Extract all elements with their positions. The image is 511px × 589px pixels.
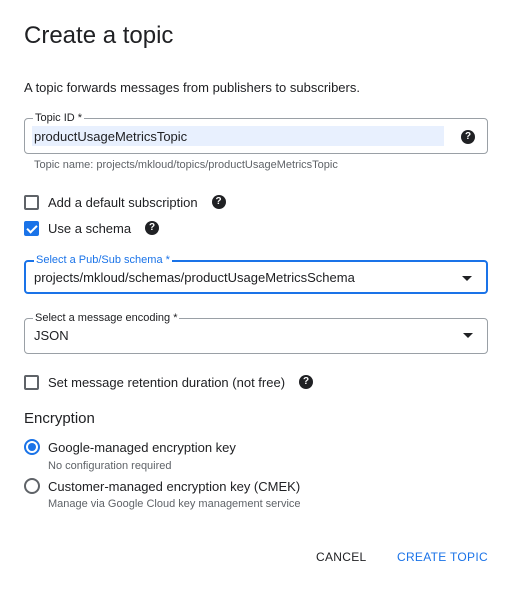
help-icon[interactable]: ? — [145, 221, 160, 235]
help-icon[interactable]: ? — [461, 130, 475, 144]
google-managed-option[interactable]: Google-managed encryption key — [24, 439, 236, 455]
use-schema-checkbox[interactable] — [24, 220, 39, 236]
schema-select-label: Select a Pub/Sub schema * — [34, 253, 172, 267]
customer-managed-radio[interactable] — [24, 478, 40, 494]
google-managed-label: Google-managed encryption key — [48, 439, 236, 455]
encoding-select-value: JSON — [34, 328, 69, 343]
use-schema-option[interactable]: Use a schema ? — [24, 219, 160, 237]
schema-select-value: projects/mkloud/schemas/productUsageMetr… — [34, 270, 355, 285]
topic-id-label: Topic ID * — [33, 111, 85, 125]
google-managed-radio[interactable] — [24, 439, 40, 455]
encryption-heading: Encryption — [24, 410, 95, 427]
dialog-description: A topic forwards messages from publisher… — [24, 80, 360, 95]
dropdown-arrow-icon[interactable] — [462, 276, 472, 281]
use-schema-label: Use a schema — [48, 220, 132, 236]
help-icon[interactable]: ? — [211, 195, 226, 209]
cancel-button[interactable]: CANCEL — [316, 550, 366, 564]
topic-id-input[interactable] — [32, 126, 444, 146]
encoding-select-label: Select a message encoding * — [33, 311, 180, 325]
customer-managed-sublabel: Manage via Google Cloud key management s… — [48, 498, 301, 510]
customer-managed-label: Customer-managed encryption key (CMEK) — [48, 478, 301, 494]
default-subscription-option[interactable]: Add a default subscription ? — [24, 193, 226, 211]
dropdown-arrow-icon[interactable] — [463, 333, 473, 338]
customer-managed-option[interactable]: Customer-managed encryption key (CMEK) — [24, 478, 300, 494]
dialog-title: Create a topic — [24, 22, 174, 49]
default-subscription-checkbox[interactable] — [24, 194, 39, 210]
retention-checkbox[interactable] — [24, 374, 39, 390]
topic-name-hint: Topic name: projects/mkloud/topics/produ… — [34, 159, 338, 171]
google-managed-sublabel: No configuration required — [48, 460, 172, 472]
retention-option[interactable]: Set message retention duration (not free… — [24, 373, 314, 391]
default-subscription-label: Add a default subscription — [48, 194, 198, 210]
schema-select[interactable]: Select a Pub/Sub schema * projects/mklou… — [24, 253, 488, 294]
topic-id-field[interactable]: Topic ID * ? — [24, 111, 488, 154]
create-topic-button[interactable]: CREATE TOPIC — [397, 550, 488, 564]
retention-label: Set message retention duration (not free… — [48, 374, 286, 390]
help-icon[interactable]: ? — [299, 375, 314, 389]
encoding-select[interactable]: Select a message encoding * JSON — [24, 311, 488, 354]
